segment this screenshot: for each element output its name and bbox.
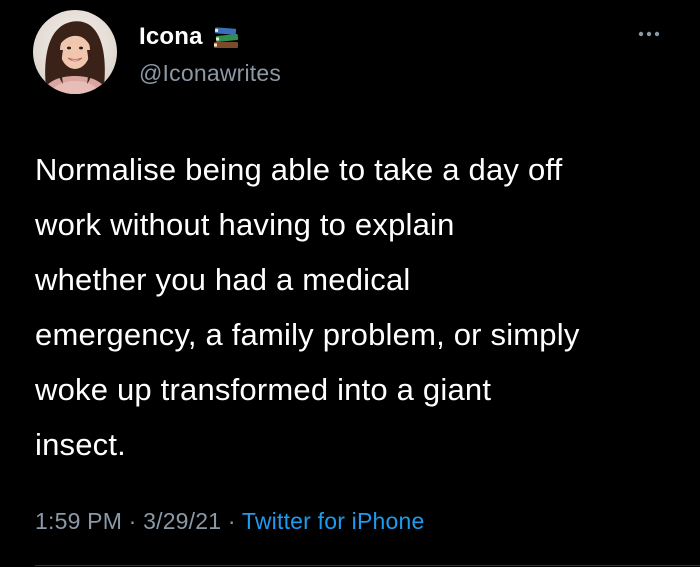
tweet-text-line: woke up transformed into a giant [35, 372, 492, 407]
tweet-card: Icona @Iconawrites Normalise being able … [0, 0, 700, 567]
avatar-photo-icon [33, 10, 117, 94]
tweet-source-link[interactable]: Twitter for iPhone [242, 508, 425, 534]
meta-separator: · [128, 508, 137, 534]
tweet-text-line: work without having to explain [35, 207, 455, 242]
author-handle[interactable]: @Iconawrites [139, 60, 281, 87]
tweet-text-line: insect. [35, 427, 126, 462]
tweet-time[interactable]: 1:59 PM [35, 508, 122, 534]
author-display-name[interactable]: Icona [139, 23, 203, 51]
tweet-date[interactable]: 3/29/21 [143, 508, 221, 534]
tweet-text-line: Normalise being able to take a day off [35, 152, 563, 187]
tweet-text-line: whether you had a medical [35, 262, 411, 297]
author-name-row: Icona [139, 20, 241, 54]
tweet-text: Normalise being able to take a day off w… [35, 142, 685, 472]
divider [35, 565, 700, 566]
more-options-button[interactable] [634, 22, 664, 46]
avatar[interactable] [33, 10, 117, 94]
tweet-text-line: emergency, a family problem, or simply [35, 317, 580, 352]
tweet-meta: 1:59 PM · 3/29/21 · Twitter for iPhone [35, 508, 424, 535]
meta-separator: · [227, 508, 236, 534]
books-icon [211, 22, 241, 52]
more-horizontal-icon [638, 31, 660, 37]
